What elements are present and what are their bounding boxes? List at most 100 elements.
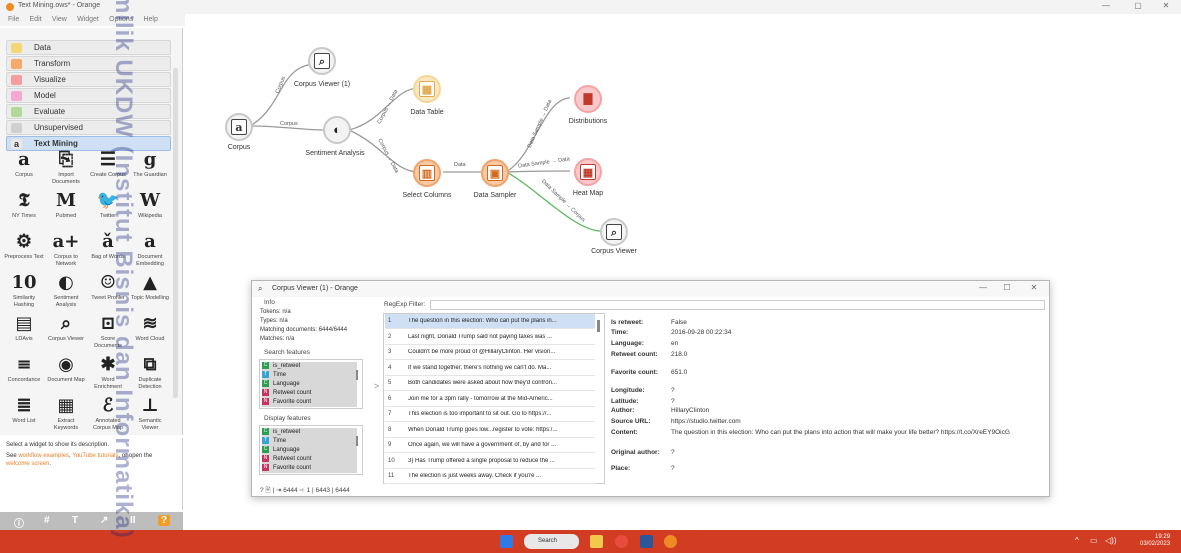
- feature-item[interactable]: C Language: [262, 380, 357, 389]
- document-row[interactable]: 9 Once again, we will have a government o…: [385, 438, 595, 453]
- taskbar-search[interactable]: Search: [524, 534, 579, 549]
- arrow-annotation-icon[interactable]: ↗: [100, 515, 108, 526]
- widget-corpus[interactable]: a Corpus: [4, 148, 44, 188]
- network-icon[interactable]: ▭: [1090, 536, 1098, 545]
- scrollbar[interactable]: [356, 436, 358, 446]
- document-row[interactable]: 11 The election is just weeks away. Check…: [385, 469, 595, 484]
- widget-corpus-to-network[interactable]: a+ Corpus to Network: [46, 230, 86, 270]
- youtube-tutorials-link[interactable]: YouTube tutorials: [72, 453, 118, 459]
- node-corpus-viewer[interactable]: ⌕: [597, 215, 631, 249]
- volume-icon[interactable]: ◁)): [1105, 536, 1116, 545]
- widget-document-map[interactable]: ◉ Document Map: [46, 353, 86, 393]
- node-heat-map[interactable]: ▦: [571, 155, 605, 189]
- system-clock[interactable]: 19:29 03/02/2023: [1140, 534, 1170, 548]
- widget-word-list[interactable]: ≣ Word List: [4, 394, 44, 434]
- widget-preprocess-text[interactable]: ⚙ Preprocess Text: [4, 230, 44, 270]
- widget-the-guardian[interactable]: g The Guardian: [130, 148, 170, 188]
- display-features-list[interactable]: Cis_retweet T Time C Language N Retweet cou…: [259, 425, 363, 475]
- widget-wikipedia[interactable]: W Wikipedia: [130, 189, 170, 229]
- orange-taskbar-icon[interactable]: [664, 535, 677, 548]
- widget-duplicate-detection[interactable]: ⧉ Duplicate Detection: [130, 353, 170, 393]
- widget-bag-of-words[interactable]: ǎ Bag of Words: [88, 230, 128, 270]
- close-button[interactable]: ✕: [1024, 283, 1044, 292]
- menu-help[interactable]: Help: [143, 16, 157, 23]
- windows-start-icon[interactable]: [500, 535, 513, 548]
- menu-options[interactable]: Options: [109, 16, 133, 23]
- node-select-columns[interactable]: ▥: [410, 156, 444, 190]
- file-explorer-icon[interactable]: [590, 535, 603, 548]
- toolbox-scrollbar[interactable]: [173, 68, 178, 398]
- widget-twitter[interactable]: 🐦 Twitter: [88, 189, 128, 229]
- collapse-arrow-icon[interactable]: >: [374, 381, 379, 391]
- widget-extract-keywords[interactable]: ▦ Extract Keywords: [46, 394, 86, 434]
- document-row[interactable]: 5 Both candidates were asked about how th…: [385, 376, 595, 391]
- document-row[interactable]: 2 Last night, Donald Trump said not payin…: [385, 330, 595, 345]
- regexp-filter-input[interactable]: [430, 300, 1045, 310]
- close-button[interactable]: ✕: [1156, 1, 1176, 13]
- widget-corpus-viewer[interactable]: ⌕ Corpus Viewer: [46, 312, 86, 352]
- feature-item[interactable]: Cis_retweet: [262, 362, 357, 371]
- widget-create-corpus[interactable]: ☰ Create Corpus: [88, 148, 128, 188]
- help-icon[interactable]: ?: [158, 515, 171, 526]
- document-row[interactable]: 6 Join me for a 3pm rally - tomorrow at t…: [385, 392, 595, 407]
- widget-annotated-corpus-map[interactable]: ℰ Annotated Corpus Map: [88, 394, 128, 434]
- feature-item[interactable]: N Retweet count: [262, 389, 357, 398]
- widget-topic-modelling[interactable]: ▲ Topic Modelling: [130, 271, 170, 311]
- category-data[interactable]: Data: [6, 40, 171, 55]
- maximize-button[interactable]: ▢: [1128, 1, 1148, 13]
- document-row[interactable]: 7 This election is too important to sit o…: [385, 407, 595, 422]
- feature-item[interactable]: N Favorite count: [262, 464, 357, 473]
- widget-word-enrichment[interactable]: ✱ Word Enrichment: [88, 353, 128, 393]
- search-features-list[interactable]: Cis_retweet T Time C Language N Retweet cou…: [259, 359, 363, 409]
- maximize-button[interactable]: ☐: [997, 283, 1017, 292]
- word-icon[interactable]: [640, 535, 653, 548]
- widget-ny-times[interactable]: 𝕿 NY Times: [4, 189, 44, 229]
- menu-widget[interactable]: Widget: [77, 16, 99, 23]
- widget-concordance[interactable]: ≡ Concordance: [4, 353, 44, 393]
- widget-word-cloud[interactable]: ≋ Word Cloud: [130, 312, 170, 352]
- grid-icon[interactable]: #: [44, 515, 50, 526]
- pause-icon[interactable]: II: [130, 515, 136, 526]
- scrollbar[interactable]: [356, 370, 358, 380]
- category-model[interactable]: Model: [6, 88, 171, 103]
- minimize-button[interactable]: —: [973, 283, 993, 292]
- text-annotation-icon[interactable]: T: [72, 515, 78, 526]
- feature-item[interactable]: T Time: [262, 371, 357, 380]
- widget-import-documents[interactable]: ⎘ Import Documents: [46, 148, 86, 188]
- menu-file[interactable]: File: [8, 16, 19, 23]
- minimize-button[interactable]: —: [1096, 1, 1116, 13]
- feature-item[interactable]: N Favorite count: [262, 398, 357, 407]
- scrollbar[interactable]: [597, 320, 600, 332]
- widget-ldavis[interactable]: ▤ LDAvis: [4, 312, 44, 352]
- document-row[interactable]: 4 If we stand together, there's nothing w…: [385, 361, 595, 376]
- browser-icon[interactable]: [615, 535, 628, 548]
- welcome-screen-link[interactable]: welcome screen: [6, 461, 49, 467]
- category-visualize[interactable]: Visualize: [6, 72, 171, 87]
- node-data-sampler[interactable]: ▣: [478, 156, 512, 190]
- node-distributions[interactable]: ▇: [571, 82, 605, 116]
- document-row[interactable]: 8 When Donald Trump goes low...register t…: [385, 423, 595, 438]
- document-row[interactable]: 10 3) Has Trump offered a single proposal…: [385, 454, 595, 469]
- category-transform[interactable]: Transform: [6, 56, 171, 71]
- category-unsupervised[interactable]: Unsupervised: [6, 120, 171, 135]
- node-corpus[interactable]: a: [222, 110, 256, 144]
- node-sentiment-analysis[interactable]: ◐: [320, 113, 354, 147]
- feature-item[interactable]: T Time: [262, 437, 357, 446]
- document-row[interactable]: 1 The question in this election: Who can …: [385, 314, 595, 329]
- node-corpus-viewer-1[interactable]: ⌕: [305, 44, 339, 78]
- menu-edit[interactable]: Edit: [30, 16, 42, 23]
- feature-item[interactable]: Cis_retweet: [262, 428, 357, 437]
- widget-score-documents[interactable]: ⊡ Score Documents: [88, 312, 128, 352]
- node-data-table[interactable]: ▦: [410, 72, 444, 106]
- category-evaluate[interactable]: Evaluate: [6, 104, 171, 119]
- widget-semantic-viewer[interactable]: ⊥ Semantic Viewer: [130, 394, 170, 434]
- widget-pubmed[interactable]: M Pubmed: [46, 189, 86, 229]
- widget-tweet-profiler[interactable]: ☺ Tweet Profiler: [88, 271, 128, 311]
- widget-document-embedding[interactable]: a Document Embedding: [130, 230, 170, 270]
- workflow-examples-link[interactable]: workflow examples: [18, 453, 69, 459]
- chevron-up-icon[interactable]: ^: [1075, 536, 1079, 545]
- feature-item[interactable]: N Retweet count: [262, 455, 357, 464]
- menu-view[interactable]: View: [52, 16, 67, 23]
- widget-similarity-hashing[interactable]: 10 Similarity Hashing: [4, 271, 44, 311]
- info-icon[interactable]: ⓘ: [14, 515, 24, 530]
